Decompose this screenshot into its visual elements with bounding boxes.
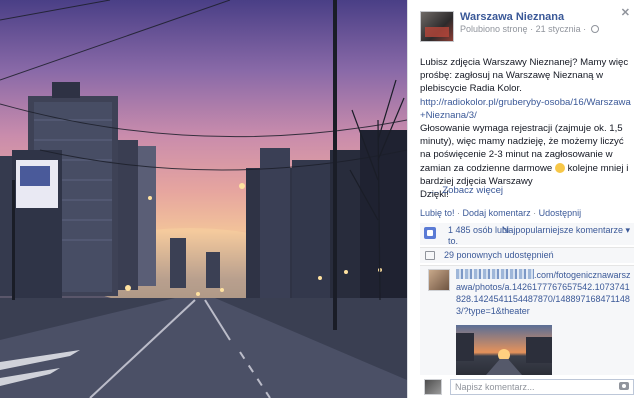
thumbnail-scene bbox=[456, 333, 552, 375]
commenter-avatar[interactable] bbox=[428, 269, 450, 291]
post-paragraph-body: Głosowanie wymaga rejestracji (zajmuje o… bbox=[420, 122, 634, 188]
see-more-link[interactable]: … Zobacz więcej bbox=[430, 185, 503, 196]
comment-item: .com/fotogenicznawarszawa/photos/a.14261… bbox=[420, 265, 634, 375]
post-panel: Warszawa Nieznana Polubiono stronę · 21 … bbox=[407, 0, 640, 398]
likes-row: 1 485 osób lubi to. Najpopularniejsze kom… bbox=[420, 223, 634, 247]
post-meta: Polubiono stronę · 21 stycznia · bbox=[460, 24, 599, 34]
share-button[interactable]: Udostępnij bbox=[539, 208, 582, 218]
camera-icon[interactable] bbox=[619, 382, 629, 390]
shares-count[interactable]: 29 ponownych udostępnień bbox=[444, 250, 554, 260]
comment-button[interactable]: Dodaj komentarz bbox=[463, 208, 531, 218]
post-date[interactable]: 21 stycznia bbox=[536, 24, 581, 34]
shares-row: 29 ponownych udostępnień bbox=[420, 247, 634, 263]
comment-sort-dropdown[interactable]: Najpopularniejsze komentarze ▾ bbox=[502, 225, 630, 236]
liked-label[interactable]: Polubiono stronę bbox=[460, 24, 528, 34]
reply-box bbox=[420, 377, 634, 396]
blurred-text bbox=[456, 269, 534, 279]
page-avatar[interactable] bbox=[420, 11, 454, 42]
post-actions: Lubię to! · Dodaj komentarz · Udostępnij bbox=[420, 208, 581, 218]
post-text: Lubisz zdjęcia Warszawy Nieznanej? Mamy … bbox=[420, 56, 634, 201]
photo-viewer[interactable] bbox=[0, 0, 407, 398]
see-more-label: Zobacz więcej bbox=[442, 185, 504, 196]
smiley-icon bbox=[554, 162, 565, 173]
thumbs-up-icon bbox=[424, 227, 436, 239]
comment-link[interactable]: .com/fotogenicznawarszawa/photos/a.14261… bbox=[456, 269, 632, 317]
post-link[interactable]: http://radiokolor.pl/gruberyby-osoba/16/… bbox=[420, 96, 634, 122]
globe-icon bbox=[590, 25, 599, 33]
user-avatar bbox=[424, 379, 442, 395]
comment-photo-thumbnail[interactable] bbox=[456, 325, 552, 375]
comment-sort-label: Najpopularniejsze komentarze bbox=[501, 225, 623, 235]
comment-input[interactable] bbox=[450, 379, 634, 395]
page-name-link[interactable]: Warszawa Nieznana bbox=[460, 11, 564, 23]
like-button[interactable]: Lubię to! bbox=[420, 208, 455, 218]
likes-count[interactable]: 1 485 osób lubi to. bbox=[448, 225, 509, 247]
share-icon bbox=[425, 251, 435, 260]
city-street-photo bbox=[0, 0, 407, 398]
post-paragraph-intro: Lubisz zdjęcia Warszawy Nieznanej? Mamy … bbox=[420, 57, 629, 95]
close-icon[interactable]: ✕ bbox=[621, 6, 630, 19]
